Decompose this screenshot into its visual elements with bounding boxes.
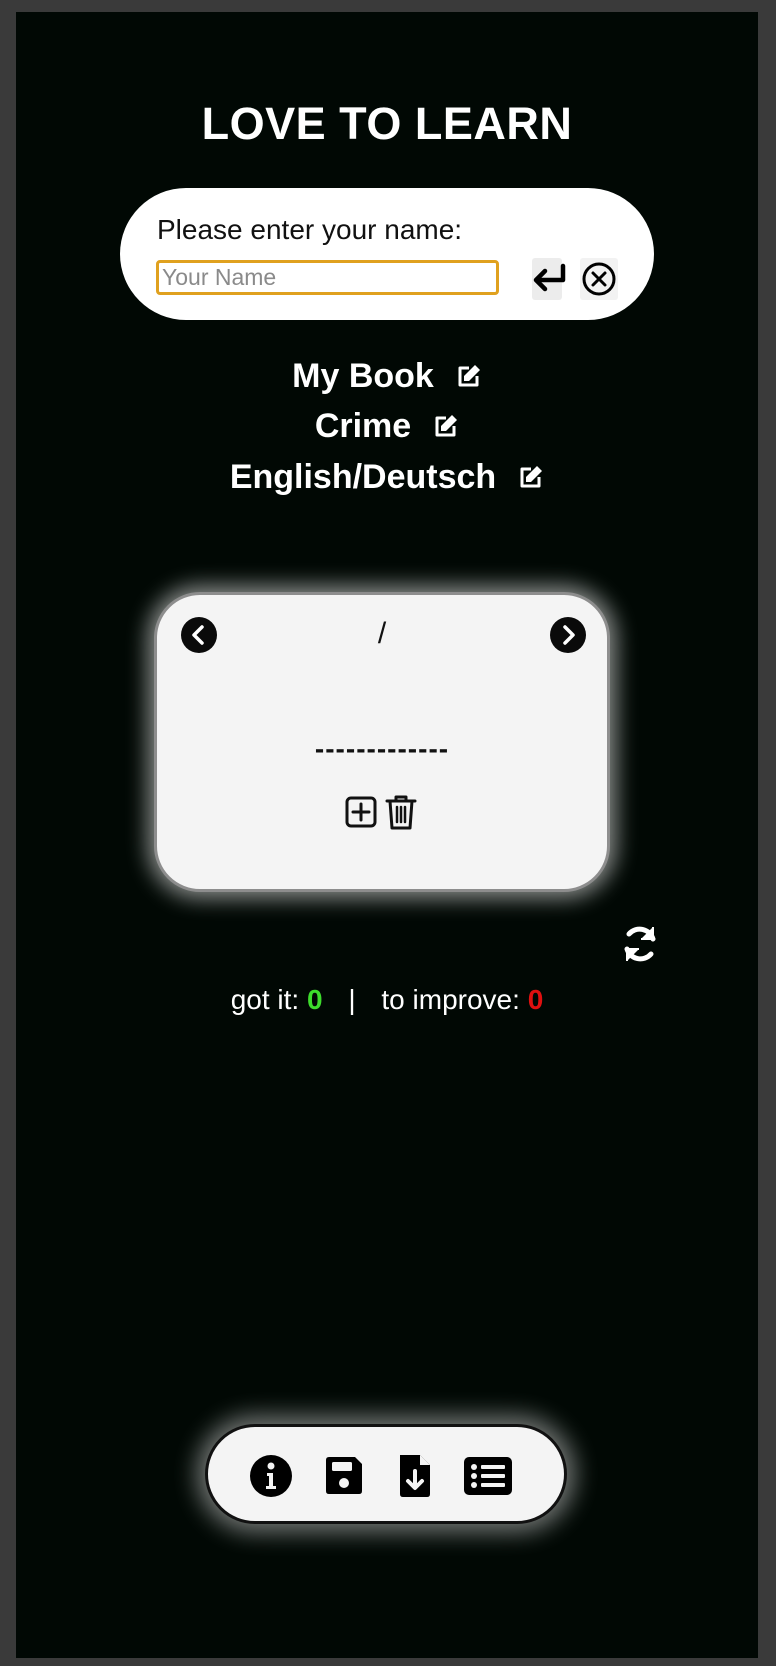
add-icon[interactable] [343, 793, 379, 831]
book-languages-row: English/Deutsch [16, 458, 758, 497]
score-separator: | [348, 984, 356, 1015]
app-screen: LOVE TO LEARN Please enter your name: My… [16, 12, 758, 1658]
score-line: got it: 0 | to improve: 0 [16, 984, 758, 1016]
cancel-button[interactable] [580, 258, 618, 300]
enter-arrow-icon [533, 263, 566, 292]
chevron-right-icon [563, 625, 575, 645]
to-improve-count: 0 [527, 984, 544, 1015]
info-icon[interactable] [248, 1453, 294, 1499]
card-counter: / [377, 617, 387, 650]
file-download-icon[interactable] [392, 1453, 438, 1499]
save-icon[interactable] [321, 1453, 367, 1499]
flashcard[interactable]: / ------------- [154, 592, 610, 892]
got-it-count: 0 [306, 984, 323, 1015]
name-prompt: Please enter your name: [157, 214, 463, 245]
edit-title-icon[interactable] [456, 363, 482, 389]
close-circle-icon [582, 262, 616, 296]
name-input[interactable] [156, 260, 499, 295]
book-languages: English/Deutsch [229, 458, 497, 496]
next-card-button[interactable] [550, 617, 586, 653]
edit-languages-icon[interactable] [518, 464, 544, 490]
got-it-label: got it: [230, 984, 300, 1015]
card-word: ------------- [314, 733, 450, 764]
book-genre-row: Crime [16, 407, 758, 446]
edit-genre-icon[interactable] [433, 413, 459, 439]
book-genre: Crime [314, 407, 412, 445]
trash-icon[interactable] [383, 793, 419, 831]
to-improve-label: to improve: [381, 984, 520, 1015]
book-title-row: My Book [16, 357, 758, 396]
app-title: LOVE TO LEARN [201, 98, 573, 149]
refresh-icon[interactable] [620, 922, 660, 966]
list-icon[interactable] [463, 1453, 513, 1499]
bottom-toolbar [205, 1424, 567, 1524]
book-title: My Book [292, 357, 434, 395]
enter-button[interactable] [532, 258, 566, 300]
name-panel: Please enter your name: [120, 188, 654, 320]
